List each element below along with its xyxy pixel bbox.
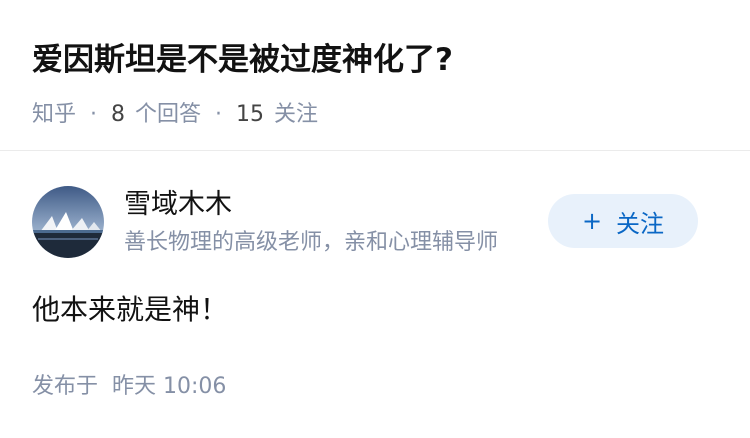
author-bio: 善长物理的高级老师，亲和心理辅导师 xyxy=(124,230,499,255)
author-name[interactable]: 雪域木木 xyxy=(124,188,232,222)
follow-button[interactable]: + 关注 xyxy=(548,194,698,248)
separator-dot: · xyxy=(90,102,98,127)
follow-label: 关注 xyxy=(616,209,665,238)
follower-count: 15 xyxy=(236,102,265,127)
divider xyxy=(0,150,750,151)
publish-time: 昨天 10:06 xyxy=(112,374,227,399)
answer-count: 8 xyxy=(111,102,126,127)
zhihu-answer-page: 爱因斯坦是不是被过度神化了? 知乎 · 8 个回答 · 15 关注 雪域木木 善… xyxy=(0,0,750,438)
publish-label: 发布于 xyxy=(32,374,99,399)
answer-content: 他本来就是神！ xyxy=(32,293,229,326)
source-label[interactable]: 知乎 xyxy=(32,100,76,130)
author-info: 雪域木木 善长物理的高级老师，亲和心理辅导师 + 关注 xyxy=(32,186,722,258)
publish-info: 发布于 昨天 10:06 xyxy=(32,372,226,402)
separator-dot: · xyxy=(215,102,223,127)
question-header: 爱因斯坦是不是被过度神化了? 知乎 · 8 个回答 · 15 关注 xyxy=(32,34,722,130)
avatar-image xyxy=(32,186,104,258)
plus-icon: + xyxy=(581,207,603,235)
answer-count-label: 个回答 xyxy=(135,102,202,127)
question-title[interactable]: 爱因斯坦是不是被过度神化了? xyxy=(32,34,722,86)
follower-count-label: 关注 xyxy=(274,102,319,127)
question-meta: 知乎 · 8 个回答 · 15 关注 xyxy=(32,100,722,130)
avatar[interactable] xyxy=(32,186,104,258)
